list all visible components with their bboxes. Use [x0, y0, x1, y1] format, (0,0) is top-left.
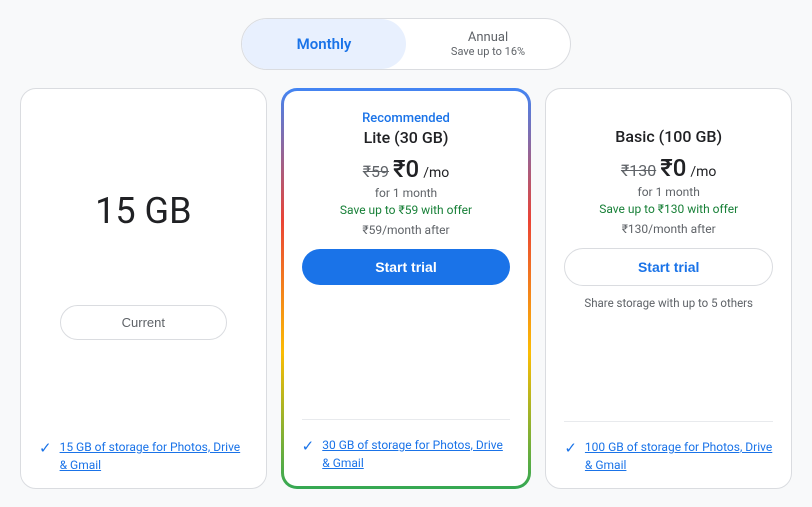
basic-start-trial-button[interactable]: Start trial	[564, 248, 773, 286]
basic-price-current: ₹0	[660, 154, 686, 182]
toggle-monthly-label: Monthly	[297, 35, 352, 53]
toggle-annual-save: Save up to 16%	[451, 45, 525, 58]
lite-title: Lite (30 GB)	[302, 128, 511, 147]
lite-start-trial-button[interactable]: Start trial	[302, 249, 511, 285]
card-basic: Basic (100 GB) ₹130 ₹0 /mo for 1 month S…	[545, 88, 792, 489]
lite-price-current: ₹0	[393, 155, 419, 183]
lite-price-original: ₹59	[363, 162, 389, 181]
divider-lite	[302, 419, 511, 420]
feature-text-free[interactable]: 15 GB of storage for Photos, Drive & Gma…	[60, 438, 248, 474]
recommended-label: Recommended	[302, 111, 511, 126]
basic-share-text: Share storage with up to 5 others	[564, 296, 773, 310]
toggle-annual[interactable]: Annual Save up to 16%	[406, 19, 570, 69]
basic-sub-line1: for 1 month	[638, 185, 700, 199]
basic-price-period: /mo	[690, 164, 716, 180]
feature-text-lite[interactable]: 30 GB of storage for Photos, Drive & Gma…	[322, 436, 510, 472]
basic-sub-line2: Save up to ₹130 with offer	[599, 202, 738, 216]
basic-price-original: ₹130	[621, 161, 656, 180]
card-free: 15 GB Current ✓ 15 GB of storage for Pho…	[20, 88, 267, 489]
billing-toggle[interactable]: Monthly Annual Save up to 16%	[241, 18, 571, 70]
divider-basic	[564, 421, 773, 422]
feature-row-lite: ✓ 30 GB of storage for Photos, Drive & G…	[302, 436, 511, 472]
feature-row-free: ✓ 15 GB of storage for Photos, Drive & G…	[39, 438, 248, 474]
basic-title: Basic (100 GB)	[564, 127, 773, 146]
current-button: Current	[60, 305, 227, 340]
lite-sub-line1: for 1 month	[375, 186, 437, 200]
feature-row-basic: ✓ 100 GB of storage for Photos, Drive & …	[564, 438, 773, 474]
lite-price-sub: for 1 month Save up to ₹59 with offer	[302, 185, 511, 219]
card-lite: Recommended Lite (30 GB) ₹59 ₹0 /mo for …	[281, 88, 532, 489]
check-icon-basic: ✓	[564, 439, 577, 457]
lite-price-after: ₹59/month after	[302, 223, 511, 237]
toggle-monthly[interactable]: Monthly	[242, 19, 406, 69]
lite-price-period: /mo	[423, 165, 449, 181]
free-storage-title: 15 GB	[95, 190, 191, 232]
page-wrapper: Monthly Annual Save up to 16% 15 GB Curr…	[0, 0, 812, 507]
lite-price-row: ₹59 ₹0 /mo	[302, 155, 511, 183]
lite-sub-line2: Save up to ₹59 with offer	[340, 203, 472, 217]
basic-price-row: ₹130 ₹0 /mo	[564, 154, 773, 182]
basic-price-after: ₹130/month after	[564, 222, 773, 236]
pricing-cards: 15 GB Current ✓ 15 GB of storage for Pho…	[20, 88, 792, 489]
feature-text-basic[interactable]: 100 GB of storage for Photos, Drive & Gm…	[585, 438, 773, 474]
check-icon-free: ✓	[39, 439, 52, 457]
basic-price-sub: for 1 month Save up to ₹130 with offer	[564, 184, 773, 218]
toggle-annual-label: Annual	[468, 30, 508, 45]
check-icon-lite: ✓	[302, 437, 315, 455]
